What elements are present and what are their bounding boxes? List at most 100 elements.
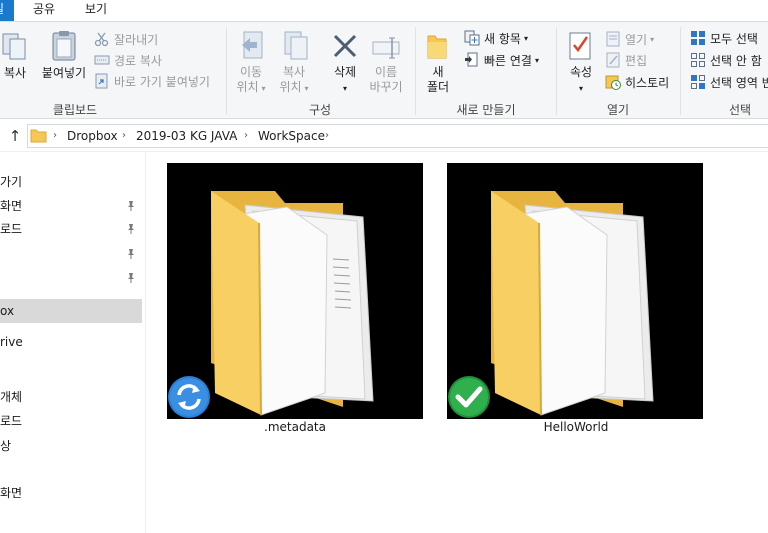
folder-name[interactable]: HelloWorld <box>448 420 704 435</box>
easy-access-icon <box>464 52 480 68</box>
easy-access-button[interactable]: 빠른 연결 ▾ <box>464 50 539 70</box>
folder-item-helloworld[interactable] <box>447 163 703 419</box>
scissors-icon <box>94 31 110 47</box>
chevron-right-icon: › <box>122 130 126 141</box>
select-none-button[interactable]: 선택 안 함 <box>690 50 762 70</box>
copy-to-icon <box>284 31 308 60</box>
select-all-button[interactable]: 모두 선택 <box>690 28 758 48</box>
new-item-icon <box>464 30 480 46</box>
properties-icon <box>569 32 591 60</box>
navigation-pane: 가기 화면 로드 ox rive 개체 로드 상 화면 <box>0 152 146 533</box>
rename-line1: 이름 <box>374 65 398 79</box>
nav-item-onedrive[interactable]: rive <box>0 331 142 353</box>
delete-button[interactable]: 삭제 ▾ <box>325 65 365 96</box>
pin-icon <box>128 273 134 283</box>
chevron-right-icon: › <box>53 130 57 141</box>
nav-item-label: 화면 <box>0 199 23 213</box>
ribbon-separator <box>680 27 681 115</box>
copy-path-icon <box>94 52 110 68</box>
breadcrumb-dropbox[interactable]: Dropbox <box>67 128 118 144</box>
move-to-line2: 위치 <box>236 80 259 94</box>
nav-item-downloads-pc[interactable]: 로드 <box>0 410 142 432</box>
up-arrow-icon: ↑ <box>8 127 22 145</box>
copy-path-button[interactable]: 경로 복사 <box>94 50 162 70</box>
history-button[interactable]: 히스토리 <box>605 72 669 92</box>
open-button[interactable]: 열기 ▾ <box>605 29 654 49</box>
properties-button[interactable]: 속성 ▾ <box>564 65 598 96</box>
cut-label: 잘라내기 <box>114 32 159 47</box>
properties-label: 속성 <box>569 65 593 79</box>
clipboard-group-label: 클립보드 <box>52 103 98 117</box>
history-icon <box>605 74 621 90</box>
nav-item-3d-objects[interactable]: 개체 <box>0 386 142 408</box>
nav-item-label: 상 <box>0 439 12 453</box>
select-none-icon <box>690 52 706 68</box>
ribbon-separator <box>556 27 557 115</box>
new-folder-button[interactable]: 새 폴더 <box>424 65 452 95</box>
chevron-right-icon: › <box>244 130 248 141</box>
rename-line2: 바꾸기 <box>369 80 403 94</box>
paste-shortcut-label: 바로 가기 붙여넣기 <box>114 74 210 89</box>
sync-in-progress-icon <box>168 376 210 418</box>
nav-item-label: 로드 <box>0 414 23 428</box>
address-bar: ↑ › Dropbox › 2019-03 KG JAVA › WorkSpac… <box>0 120 768 152</box>
breadcrumb-kg-java[interactable]: 2019-03 KG JAVA <box>136 128 237 144</box>
folder-name[interactable]: .metadata <box>167 420 423 435</box>
copy-icon <box>2 33 26 60</box>
edit-icon <box>605 52 621 68</box>
open-label: 열기 <box>625 32 648 47</box>
copy-path-label: 경로 복사 <box>114 53 162 68</box>
pin-icon <box>128 224 134 234</box>
delete-label: 삭제 <box>333 65 357 79</box>
folder-item-metadata[interactable] <box>167 163 423 419</box>
invert-selection-button[interactable]: 선택 영역 반 <box>690 72 768 92</box>
tab-share[interactable]: 공유 <box>22 0 66 21</box>
open-icon <box>605 31 621 47</box>
nav-item-label: 가기 <box>0 175 23 189</box>
chevron-right-icon: › <box>325 130 329 141</box>
paste-icon <box>52 31 76 61</box>
tab-view[interactable]: 보기 <box>74 0 118 21</box>
new-folder-icon <box>427 35 447 59</box>
nav-item-label: ox <box>0 304 15 318</box>
copy-button[interactable]: 복사 <box>0 66 30 81</box>
move-to-button[interactable]: 이동 위치 ▾ <box>232 65 270 96</box>
invert-selection-icon <box>690 74 706 90</box>
tab-file[interactable]: 파일 <box>0 0 14 21</box>
select-all-icon <box>690 30 706 46</box>
paste-shortcut-icon <box>94 73 110 89</box>
nav-item-label: 로드 <box>0 222 23 236</box>
copy-to-line1: 복사 <box>282 65 306 79</box>
up-arrow-button[interactable]: ↑ <box>6 126 24 146</box>
folder-icon <box>30 129 47 143</box>
organize-group-label: 구성 <box>308 103 332 117</box>
new-group-label: 새로 만들기 <box>456 103 516 117</box>
open-group-label: 열기 <box>606 103 630 117</box>
nav-item-quick-access[interactable]: 가기 <box>0 171 142 193</box>
cut-button[interactable]: 잘라내기 <box>94 29 158 49</box>
copy-to-line2: 위치 <box>279 80 302 94</box>
nav-item-dropbox[interactable]: ox <box>0 299 142 323</box>
nav-item-documents[interactable] <box>0 243 142 265</box>
nav-item-label: 개체 <box>0 390 23 404</box>
copy-to-button[interactable]: 복사 위치 ▾ <box>275 65 313 96</box>
nav-item-videos[interactable]: 상 <box>0 435 142 457</box>
ribbon: 복사 붙여넣기 잘라내기 경로 복사 바로 가기 붙여넣기 클립보드 이동 위치 ▾… <box>0 21 768 119</box>
edit-label: 편집 <box>625 53 648 68</box>
rename-icon <box>372 37 400 59</box>
nav-item-downloads[interactable]: 로드 <box>0 218 142 240</box>
paste-shortcut-button[interactable]: 바로 가기 붙여넣기 <box>94 71 210 91</box>
select-all-label: 모두 선택 <box>710 31 758 46</box>
edit-button[interactable]: 편집 <box>605 50 647 70</box>
select-none-label: 선택 안 함 <box>710 53 762 68</box>
history-label: 히스토리 <box>625 75 670 90</box>
paste-button[interactable]: 붙여넣기 <box>38 66 90 81</box>
move-to-icon <box>242 31 263 59</box>
rename-button[interactable]: 이름 바꾸기 <box>364 65 408 95</box>
new-item-button[interactable]: 새 항목 ▾ <box>464 28 528 48</box>
tab-file-label: 파일 <box>0 0 4 19</box>
nav-item-desktop[interactable]: 화면 <box>0 195 142 217</box>
nav-item-desktop-pc[interactable]: 화면 <box>0 482 142 504</box>
nav-item-pictures[interactable] <box>0 267 142 289</box>
breadcrumb-workspace[interactable]: WorkSpace <box>258 128 325 144</box>
